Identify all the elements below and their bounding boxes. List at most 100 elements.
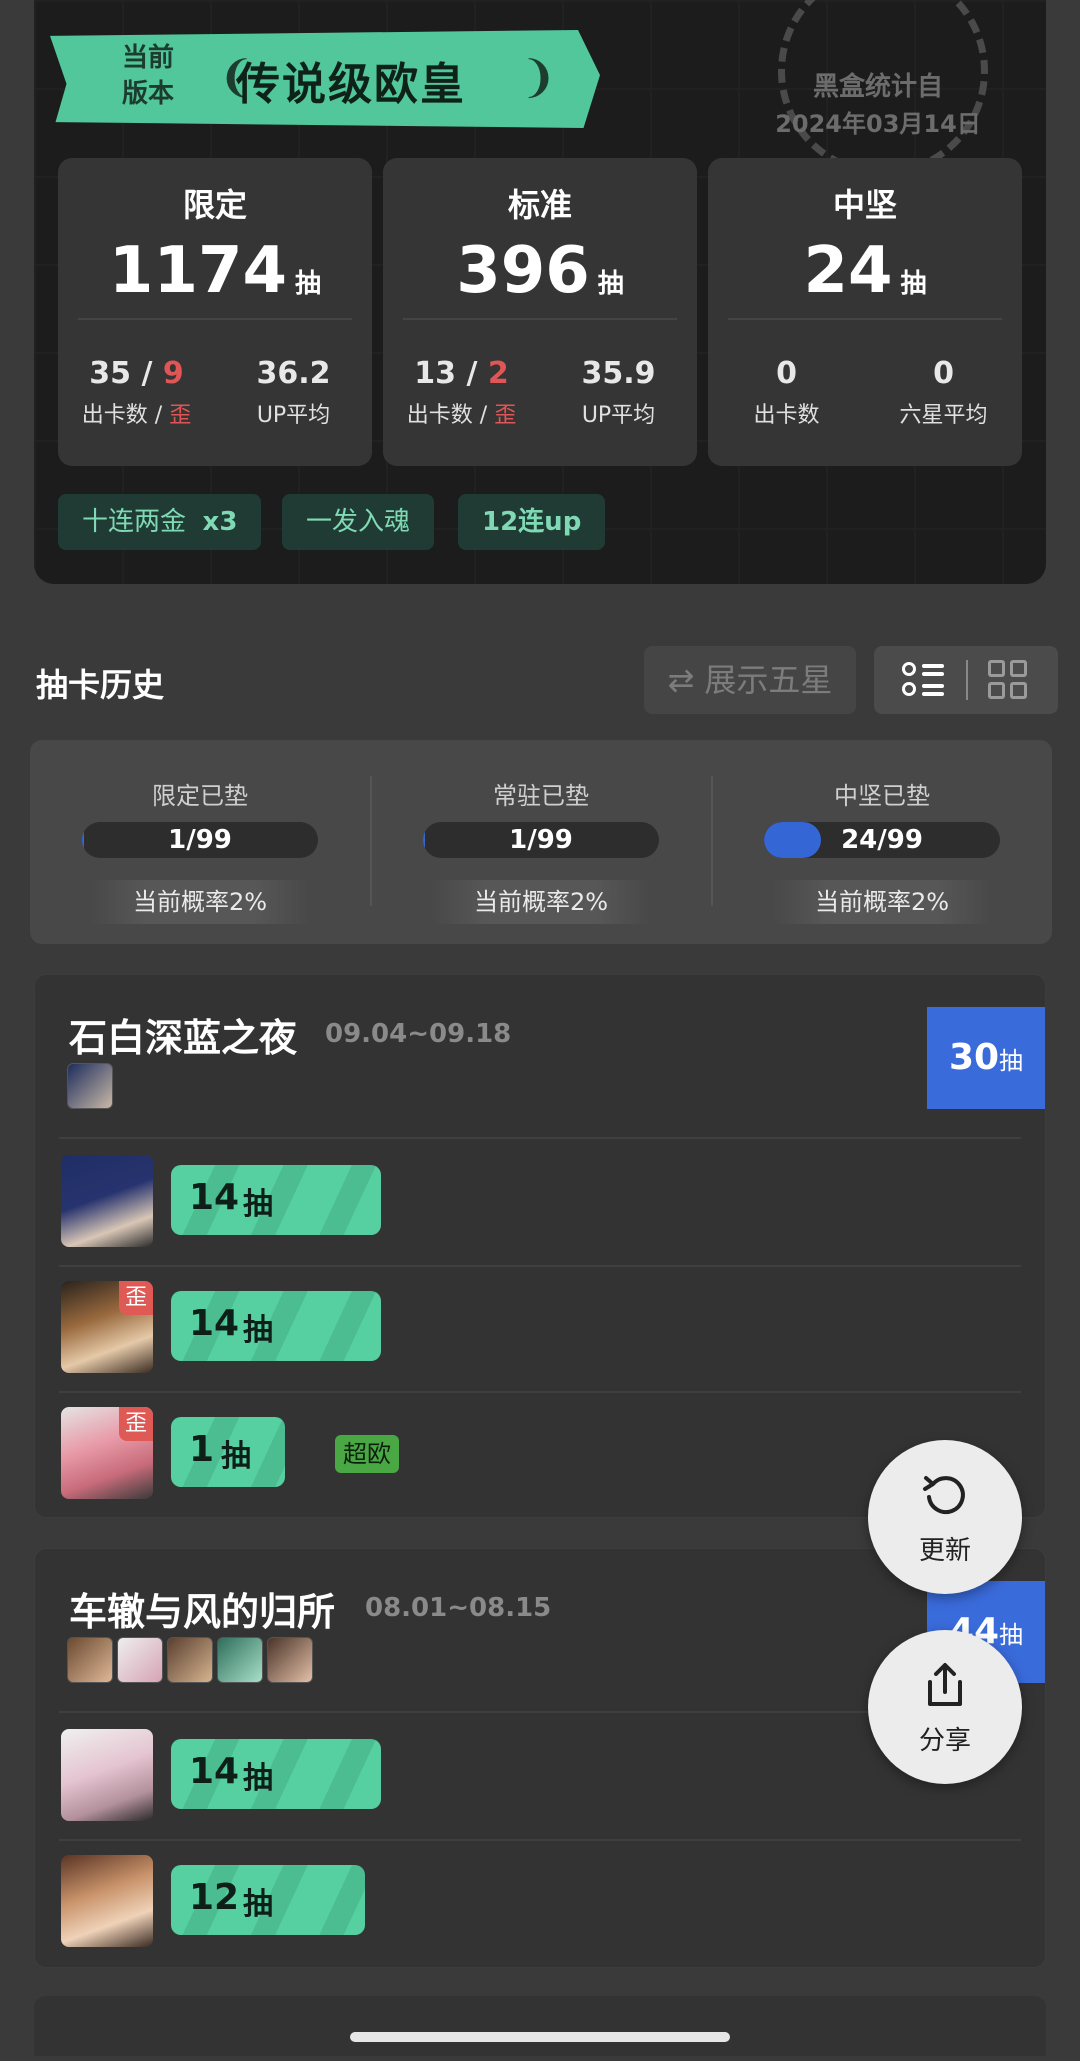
rank-title: 传说级欧皇 (236, 59, 466, 110)
divider (59, 1265, 1021, 1267)
pull-count: 12 (189, 1877, 240, 1918)
off-banner-tag: 歪 (119, 1281, 153, 1315)
pity-progress-bar: 1/99 (423, 822, 659, 858)
banner-date: 08.01~08.15 (365, 1593, 552, 1623)
pity-value: 1/99 (509, 825, 573, 855)
stat-cards-value: 0 (776, 356, 797, 391)
summary-card: 黑盒统计自 2024年03月14日 当前 版本 ❨ 传说级欧皇 ❩ 限定 117… (34, 0, 1046, 584)
pull-row[interactable]: 14 抽 (61, 1729, 761, 1821)
pity-value: 1/99 (168, 825, 232, 855)
toggle-divider (966, 660, 968, 700)
banner-pull-count: 30抽 (927, 1007, 1045, 1109)
stat-average-value: 0 (933, 356, 954, 391)
show-five-star-button[interactable]: ⇄ 展示五星 (644, 646, 856, 714)
stat-cards-cell: 35 / 9 出卡数 / 歪 (58, 356, 215, 429)
pity-progress-bar: 24/99 (764, 822, 1000, 858)
pity-rate: 当前概率2% (90, 880, 310, 924)
stat-cards-caption: 出卡数 / (81, 403, 170, 428)
operator-avatar (61, 1155, 153, 1247)
stat-off-banner-value: 9 (162, 356, 184, 391)
stat-total-unit: 抽 (295, 269, 322, 299)
pull-count-pill: 14 抽 (171, 1165, 381, 1235)
share-button[interactable]: 分享 (868, 1630, 1022, 1784)
refresh-icon (923, 1476, 965, 1515)
pity-core: 中坚已垫 24/99 当前概率2% (712, 740, 1052, 944)
banner-subtitle-line1: 当前 (122, 43, 175, 73)
stat-average-value: 35.9 (581, 356, 656, 391)
stat-sep: / (456, 356, 488, 391)
lucky-badge: 超欧 (335, 1435, 399, 1473)
stat-average-cell: 0 六星平均 (865, 356, 1022, 429)
pull-row[interactable]: 歪 14 抽 (61, 1281, 761, 1373)
pity-rate: 当前概率2% (772, 880, 992, 924)
stat-box-limited[interactable]: 限定 1174 抽 35 / 9 出卡数 / 歪 36.2 UP平均 (58, 158, 372, 466)
stat-cards-value: 13 (414, 356, 456, 391)
stat-label: 标准 (507, 186, 572, 224)
laurel-right-icon: ❩ (520, 52, 557, 103)
banner-title: 石白深蓝之夜 (69, 1016, 298, 1060)
pull-unit: 抽 (243, 1887, 273, 1922)
stat-box-core[interactable]: 中坚 24 抽 0 出卡数 0 六星平均 (708, 158, 1022, 466)
pity-name: 中坚已垫 (834, 782, 930, 810)
stat-off-banner-caption: 歪 (494, 403, 517, 428)
pull-count: 14 (189, 1751, 240, 1792)
stat-average-caption: UP平均 (256, 403, 331, 428)
divider (78, 318, 352, 320)
list-view-icon[interactable] (902, 662, 946, 698)
pull-count: 1 (189, 1429, 215, 1470)
banner-count-unit: 抽 (999, 1047, 1024, 1075)
stamp-line1: 黑盒统计自 (812, 72, 943, 102)
pity-card: 限定已垫 1/99 当前概率2% 常驻已垫 1/99 当前概率2% 中坚已垫 2… (30, 740, 1052, 944)
pull-count-pill: 14 抽 (171, 1739, 381, 1809)
pull-count: 14 (189, 1177, 240, 1218)
chip-text: 十连两金 (82, 507, 187, 537)
divider (59, 1137, 1021, 1139)
divider (59, 1839, 1021, 1841)
stat-total: 24 抽 (708, 234, 1022, 308)
banner-count-number: 30 (948, 1037, 1000, 1078)
operator-avatar (61, 1855, 153, 1947)
stat-total: 1174 抽 (58, 234, 372, 308)
grid-view-icon[interactable] (988, 660, 1028, 700)
stamp-watermark: 黑盒统计自 2024年03月14日 (728, 0, 1028, 176)
banner-title: 车辙与风的归所 (69, 1590, 336, 1634)
home-indicator[interactable] (350, 2032, 730, 2042)
operator-avatar (61, 1729, 153, 1821)
refresh-label: 更新 (918, 1536, 971, 1566)
pull-unit: 抽 (243, 1761, 273, 1796)
operator-avatar (67, 1063, 113, 1109)
operator-avatar (167, 1637, 213, 1683)
banner-history-card-partial[interactable] (34, 1996, 1046, 2056)
pity-value: 24/99 (841, 825, 923, 855)
achievement-chip: 十连两金 x3 (58, 494, 262, 550)
stat-cards-cell: 13 / 2 出卡数 / 歪 (383, 356, 540, 429)
stat-cards-caption: 出卡数 (753, 403, 820, 428)
chip-text: 一发入魂 (306, 507, 411, 537)
stat-total-unit: 抽 (597, 269, 624, 299)
stat-average-caption: UP平均 (581, 403, 656, 428)
chip-text: 12连up (482, 507, 582, 537)
pity-rate: 当前概率2% (431, 880, 651, 924)
pull-unit: 抽 (243, 1313, 273, 1348)
stat-box-standard[interactable]: 标准 396 抽 13 / 2 出卡数 / 歪 35.9 UP平均 (383, 158, 697, 466)
banner-count-unit: 抽 (999, 1621, 1024, 1649)
stat-total-unit: 抽 (900, 269, 927, 299)
stat-total-number: 24 (803, 234, 893, 308)
pull-row[interactable]: 歪 1抽 超欧 (61, 1407, 761, 1499)
stat-total: 396 抽 (383, 234, 697, 308)
pull-row[interactable]: 12 抽 (61, 1855, 761, 1947)
stat-label: 限定 (182, 186, 247, 224)
refresh-button[interactable]: 更新 (868, 1440, 1022, 1594)
share-label: 分享 (918, 1726, 971, 1756)
show-five-star-label: 展示五星 (704, 661, 833, 699)
banner-history-card[interactable]: 石白深蓝之夜 09.04~09.18 30抽 14 抽 歪 14 抽 歪 1抽 超欧 (34, 974, 1046, 1518)
stat-average-caption: 六星平均 (899, 403, 988, 428)
off-banner-tag: 歪 (119, 1407, 153, 1441)
pity-standard: 常驻已垫 1/99 当前概率2% (371, 740, 711, 944)
stat-total-number: 1174 (108, 234, 288, 308)
operator-avatar (67, 1637, 113, 1683)
stat-off-banner-value: 2 (487, 356, 509, 391)
pull-row[interactable]: 14 抽 (61, 1155, 761, 1247)
history-title: 抽卡历史 (36, 666, 165, 704)
divider (403, 318, 677, 320)
